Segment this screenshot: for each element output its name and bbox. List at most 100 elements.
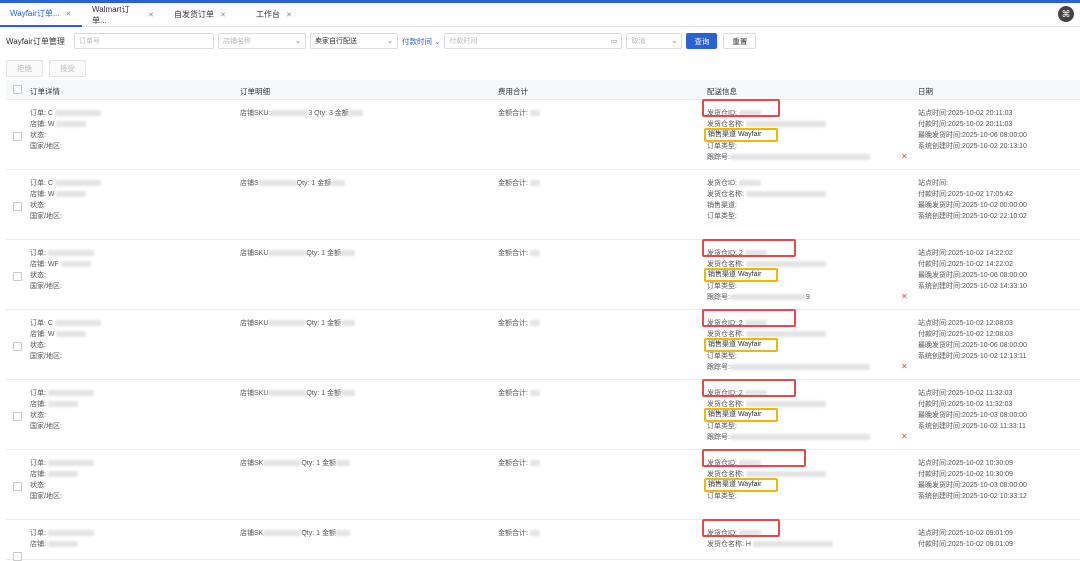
tab-label: Walmart订单... bbox=[92, 4, 130, 25]
calendar-icon: ▭ bbox=[610, 38, 618, 45]
tab-walmart-orders[interactable]: Walmart订单... ✕ bbox=[82, 3, 164, 27]
store-name-text: 店铺: bbox=[30, 471, 46, 478]
order-country: 国家/地区: bbox=[30, 281, 62, 291]
warehouse-id-text: 发货仓ID: bbox=[707, 180, 737, 187]
column-shipping-info: 配送信息 bbox=[707, 87, 737, 96]
site-time: 站点时间: bbox=[918, 178, 948, 188]
select-all-checkbox[interactable] bbox=[13, 85, 22, 94]
system-created-time: 系统创建时间:2025-10-02 12:13:11 bbox=[918, 351, 1026, 361]
order-item-line: 店铺SKU: 3 Qty: 3 金额 bbox=[240, 108, 363, 118]
payment-time-picker[interactable]: 付款时间 ▭ bbox=[444, 33, 623, 49]
table-row: 订单: C 店铺: W 状态: 国家/地区: 店铺SKU: 3 Qty: 3 金额 金额… bbox=[6, 99, 1080, 170]
store-name-text: 店铺: W bbox=[30, 121, 55, 128]
order-number-text: 订单: bbox=[30, 390, 46, 397]
tab-bar: Wayfair订单... ✕ Walmart订单... ✕ 自发货订单 ✕ 工作台 ✕ … bbox=[0, 3, 1080, 27]
store-name: 店铺: W bbox=[30, 189, 87, 199]
redacted-value bbox=[341, 250, 356, 257]
input-placeholder: 取消 bbox=[631, 38, 646, 45]
fee-total: 金额合计: bbox=[498, 248, 540, 258]
input-placeholder: 付款时间 bbox=[449, 38, 478, 45]
store-name: 店铺: WF bbox=[30, 259, 91, 269]
order-type: 订单类型: bbox=[707, 281, 737, 291]
latest-ship-time: 最晚发货时间:2025-10-02 00:00:00 bbox=[918, 200, 1027, 210]
table-row: 订单: C 店铺: W 状态: 国家/地区: 店铺SKU Qty: 1 金额 金额合计:… bbox=[6, 309, 1080, 380]
redacted-value bbox=[341, 390, 356, 397]
store-name-text: 店铺: WF bbox=[30, 261, 59, 268]
store-name-select[interactable]: 店铺名称 ⌄ bbox=[218, 33, 306, 49]
close-icon[interactable]: ✕ bbox=[901, 362, 908, 371]
fee-total-text: 金额合计: bbox=[498, 180, 528, 187]
accept-button[interactable]: 接受 bbox=[49, 59, 86, 77]
close-icon[interactable]: ✕ bbox=[901, 152, 908, 161]
time-type-select[interactable]: 付款时间 ⌄ bbox=[402, 36, 440, 47]
reject-button[interactable]: 拒绝 bbox=[6, 59, 43, 77]
row-checkbox[interactable] bbox=[13, 202, 22, 211]
close-icon[interactable]: ✕ bbox=[148, 11, 154, 19]
close-icon[interactable]: ✕ bbox=[901, 292, 908, 301]
redacted-value bbox=[54, 320, 101, 327]
tab-wayfair-orders[interactable]: Wayfair订单... ✕ bbox=[0, 3, 82, 27]
table-header: 订单详情 订单明细 费用合计 配送信息 日期 bbox=[6, 80, 1080, 100]
latest-ship-time-text: 最晚发货时间:2025-10-03 08:00:00 bbox=[918, 412, 1027, 419]
store-name-text: 店铺: W bbox=[30, 191, 55, 198]
redacted-value bbox=[47, 460, 94, 467]
redacted-value bbox=[745, 471, 826, 478]
order-type: 订单类型: bbox=[707, 351, 737, 361]
tab-label: Wayfair订单... bbox=[10, 9, 60, 18]
payment-time: 付款时间:2025-10-02 10:30:09 bbox=[918, 469, 1013, 479]
close-icon[interactable]: ✕ bbox=[901, 432, 908, 441]
row-checkbox[interactable] bbox=[13, 132, 22, 141]
redacted-value bbox=[47, 401, 78, 408]
order-country: 国家/地区: bbox=[30, 211, 62, 221]
tab-self-ship-orders[interactable]: 自发货订单 ✕ bbox=[164, 3, 246, 27]
warehouse-name: 发货仓名称: bbox=[707, 189, 826, 199]
row-checkbox[interactable] bbox=[13, 342, 22, 351]
site-time: 站点时间:2025-10-02 10:30:09 bbox=[918, 458, 1013, 468]
fee-total: 金额合计: bbox=[498, 388, 540, 398]
site-time-text: 站点时间:2025-10-02 12:08:03 bbox=[918, 320, 1013, 327]
fee-total: 金额合计: bbox=[498, 178, 540, 188]
row-checkbox[interactable] bbox=[13, 412, 22, 421]
close-icon[interactable]: ✕ bbox=[220, 11, 226, 19]
latest-ship-time: 最晚发货时间:2025-10-06 08:00:00 bbox=[918, 270, 1027, 280]
redacted-value bbox=[729, 434, 870, 441]
app-logo-icon[interactable]: ⌘ bbox=[1058, 6, 1074, 22]
order-status: 状态: bbox=[30, 200, 46, 210]
close-icon[interactable]: ✕ bbox=[286, 11, 292, 19]
store-name-text: 店铺: bbox=[30, 541, 46, 548]
redacted-value bbox=[56, 191, 87, 198]
tracking-number: 跟踪号: bbox=[707, 152, 870, 162]
highlight-box-red bbox=[702, 449, 806, 467]
filter-bar: Wayfair订单管理 订单号 店铺名称 ⌄ 卖家自行配送 ⌄ 付款时间 ⌄ 付款时… bbox=[0, 27, 1080, 55]
delivery-type-select[interactable]: 卖家自行配送 ⌄ bbox=[310, 33, 398, 49]
store-name: 店铺: bbox=[30, 469, 78, 479]
row-checkbox[interactable] bbox=[13, 552, 22, 561]
row-checkbox[interactable] bbox=[13, 272, 22, 281]
status-select[interactable]: 取消 ⌄ bbox=[626, 33, 683, 49]
system-created-time-text: 系统创建时间:2025-10-02 12:13:11 bbox=[918, 353, 1027, 360]
tracking-number: 跟踪号: bbox=[707, 362, 870, 372]
order-status-text: 状态: bbox=[30, 482, 46, 489]
latest-ship-time: 最晚发货时间:2025-10-06 08:00:00 bbox=[918, 340, 1027, 350]
tab-workbench[interactable]: 工作台 ✕ bbox=[246, 3, 328, 27]
close-icon[interactable]: ✕ bbox=[65, 10, 71, 18]
site-time-text: 站点时间:2025-10-02 14:22:02 bbox=[918, 250, 1013, 257]
reset-button[interactable]: 重置 bbox=[723, 33, 757, 49]
order-country: 国家/地区: bbox=[30, 421, 62, 431]
sku-label: 店铺SKU bbox=[240, 320, 269, 327]
order-item-line: 店铺SKU Qty: 1 金额 bbox=[240, 318, 356, 328]
system-created-time: 系统创建时间:2025-10-02 14:33:10 bbox=[918, 281, 1027, 291]
sku-label: 店铺SKU bbox=[240, 390, 269, 397]
query-button[interactable]: 查询 bbox=[686, 33, 718, 49]
redacted-value bbox=[56, 121, 87, 128]
order-status-text: 状态: bbox=[30, 272, 46, 279]
input-placeholder: 店铺名称 bbox=[223, 38, 251, 45]
qty-text: Qty: 1 金额 bbox=[306, 250, 342, 257]
redacted-value bbox=[529, 250, 540, 257]
qty-text: Qty: 1 金额 bbox=[296, 180, 332, 187]
input-placeholder: 订单号 bbox=[79, 38, 100, 45]
redacted-value bbox=[268, 250, 307, 257]
row-checkbox[interactable] bbox=[13, 482, 22, 491]
order-number-input[interactable]: 订单号 bbox=[74, 33, 214, 49]
column-date: 日期 bbox=[918, 87, 933, 96]
